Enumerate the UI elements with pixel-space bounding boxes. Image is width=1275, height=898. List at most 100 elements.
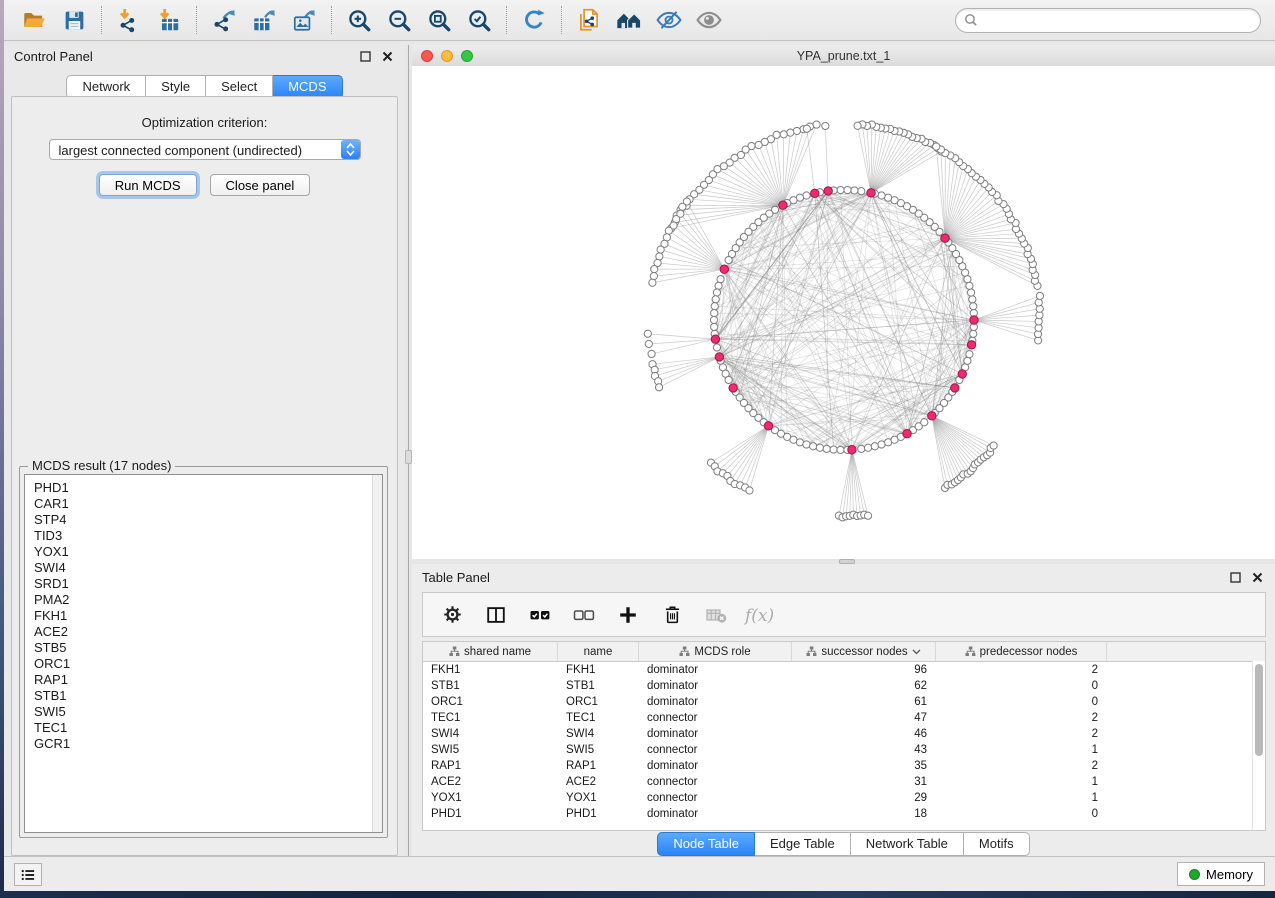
list-item[interactable]: STB1 bbox=[34, 688, 382, 704]
table-settings-button[interactable] bbox=[435, 598, 469, 632]
delete-table-button-disabled[interactable] bbox=[699, 598, 733, 632]
close-panel-icon[interactable] bbox=[379, 48, 395, 64]
run-mcds-button[interactable]: Run MCDS bbox=[99, 174, 197, 196]
close-panel-button[interactable]: Close panel bbox=[210, 174, 311, 196]
list-item[interactable]: STP4 bbox=[34, 512, 382, 528]
list-item[interactable]: CAR1 bbox=[34, 496, 382, 512]
table-tab-motifs[interactable]: Motifs bbox=[964, 832, 1030, 856]
table-row[interactable]: TEC1TEC1connector472 bbox=[423, 710, 1265, 726]
column-namespace-icon bbox=[806, 646, 817, 657]
zoom-selected-button[interactable] bbox=[459, 2, 499, 38]
save-session-button[interactable] bbox=[54, 2, 94, 38]
create-column-button[interactable] bbox=[611, 598, 645, 632]
table-row[interactable]: ACE2ACE2connector311 bbox=[423, 774, 1265, 790]
table-row[interactable]: YOX1YOX1connector291 bbox=[423, 790, 1265, 806]
table-row[interactable]: FKH1FKH1dominator962 bbox=[423, 662, 1265, 678]
list-item[interactable]: RAP1 bbox=[34, 672, 382, 688]
application-window: Control Panel NetworkStyleSelectMCDS Opt… bbox=[0, 0, 1275, 898]
select-all-rows-button[interactable] bbox=[523, 598, 557, 632]
table-tab-edge-table[interactable]: Edge Table bbox=[755, 832, 851, 856]
list-item[interactable]: TID3 bbox=[34, 528, 382, 544]
column-header-successor-nodes[interactable]: successor nodes bbox=[792, 642, 936, 661]
network-graph[interactable] bbox=[412, 66, 1275, 559]
export-table-button[interactable] bbox=[244, 2, 284, 38]
table-tab-network-table[interactable]: Network Table bbox=[851, 832, 964, 856]
list-item[interactable]: STB5 bbox=[34, 640, 382, 656]
cytoscape-app: Control Panel NetworkStyleSelectMCDS Opt… bbox=[4, 0, 1275, 890]
plus-icon bbox=[617, 604, 639, 626]
export-image-button[interactable] bbox=[284, 2, 324, 38]
list-item[interactable]: GCR1 bbox=[34, 736, 382, 752]
mcds-result-groupbox: MCDS result (17 nodes) PHD1CAR1STP4TID3Y… bbox=[19, 466, 388, 838]
float-panel-icon[interactable] bbox=[1227, 569, 1243, 585]
table-panel-titlebar: Table Panel bbox=[412, 564, 1275, 590]
show-view-button[interactable] bbox=[689, 2, 729, 38]
export-network-button[interactable] bbox=[204, 2, 244, 38]
list-item[interactable]: ORC1 bbox=[34, 656, 382, 672]
table-cell: 31 bbox=[792, 774, 936, 790]
list-item[interactable]: TEC1 bbox=[34, 720, 382, 736]
eye-slash-icon bbox=[655, 6, 683, 34]
column-header-predecessor-nodes[interactable]: predecessor nodes bbox=[936, 642, 1107, 661]
splitter-handle[interactable] bbox=[405, 450, 412, 464]
column-header-name[interactable]: name bbox=[558, 642, 639, 661]
table-row[interactable]: SWI5SWI5connector431 bbox=[423, 742, 1265, 758]
table-cell: dominator bbox=[639, 678, 792, 694]
list-item[interactable]: ACE2 bbox=[34, 624, 382, 640]
list-item[interactable]: PMA2 bbox=[34, 592, 382, 608]
vertical-splitter[interactable] bbox=[405, 45, 412, 856]
zoom-fit-button[interactable] bbox=[419, 2, 459, 38]
import-network-button[interactable] bbox=[109, 2, 149, 38]
float-panel-icon[interactable] bbox=[357, 48, 373, 64]
table-tab-node-table[interactable]: Node Table bbox=[657, 832, 755, 856]
table-cell: SWI5 bbox=[558, 742, 639, 758]
control-panel: Control Panel NetworkStyleSelectMCDS Opt… bbox=[4, 45, 405, 856]
zoom-out-icon bbox=[386, 7, 413, 34]
zoom-in-button[interactable] bbox=[339, 2, 379, 38]
refresh-layout-button[interactable] bbox=[514, 2, 554, 38]
mcds-result-scrollbar[interactable] bbox=[372, 475, 382, 832]
criterion-selected-value: largest connected component (undirected) bbox=[59, 143, 303, 158]
hide-annotations-button[interactable] bbox=[649, 2, 689, 38]
table-row[interactable]: ORC1ORC1dominator610 bbox=[423, 694, 1265, 710]
delete-column-button[interactable] bbox=[655, 598, 689, 632]
table-scrollbar[interactable] bbox=[1252, 661, 1265, 830]
table-cell: connector bbox=[639, 710, 792, 726]
column-header-shared-name[interactable]: shared name bbox=[423, 642, 558, 661]
desktop-background-strip-bottom bbox=[0, 890, 1275, 898]
scrollbar-thumb[interactable] bbox=[1255, 664, 1263, 756]
home-pages-button[interactable] bbox=[609, 2, 649, 38]
table-cell: STB1 bbox=[558, 678, 639, 694]
table-cell: dominator bbox=[639, 726, 792, 742]
table-row[interactable]: PHD1PHD1dominator180 bbox=[423, 806, 1265, 822]
search-input[interactable] bbox=[955, 8, 1261, 33]
memory-button[interactable]: Memory bbox=[1177, 862, 1265, 886]
table-tabs-segbar: Node TableEdge TableNetwork TableMotifs bbox=[657, 832, 1029, 856]
import-table-button[interactable] bbox=[149, 2, 189, 38]
list-item[interactable]: SWI4 bbox=[34, 560, 382, 576]
export-network-icon bbox=[211, 7, 237, 33]
mcds-result-list[interactable]: PHD1CAR1STP4TID3YOX1SWI4SRD1PMA2FKH1ACE2… bbox=[24, 474, 383, 833]
list-item[interactable]: SWI5 bbox=[34, 704, 382, 720]
list-item[interactable]: YOX1 bbox=[34, 544, 382, 560]
table-row[interactable]: SWI4SWI4dominator462 bbox=[423, 726, 1265, 742]
table-cell: dominator bbox=[639, 662, 792, 678]
share-document-button[interactable] bbox=[569, 2, 609, 38]
list-item[interactable]: SRD1 bbox=[34, 576, 382, 592]
task-history-button[interactable] bbox=[14, 863, 42, 886]
table-row[interactable]: STB1STB1dominator620 bbox=[423, 678, 1265, 694]
table-cell: connector bbox=[639, 790, 792, 806]
table-cell: 47 bbox=[792, 710, 936, 726]
network-canvas[interactable] bbox=[412, 66, 1275, 559]
list-item[interactable]: FKH1 bbox=[34, 608, 382, 624]
zoom-out-button[interactable] bbox=[379, 2, 419, 38]
column-header-MCDS-role[interactable]: MCDS role bbox=[639, 642, 792, 661]
optimization-criterion-select[interactable]: largest connected component (undirected) bbox=[49, 139, 361, 160]
close-panel-icon[interactable] bbox=[1249, 569, 1265, 585]
show-column-panel-button[interactable] bbox=[479, 598, 513, 632]
function-builder-button-disabled[interactable]: f(x) bbox=[743, 598, 777, 632]
list-item[interactable]: PHD1 bbox=[34, 480, 382, 496]
deselect-all-rows-button[interactable] bbox=[567, 598, 601, 632]
open-file-button[interactable] bbox=[14, 2, 54, 38]
table-row[interactable]: RAP1RAP1dominator352 bbox=[423, 758, 1265, 774]
